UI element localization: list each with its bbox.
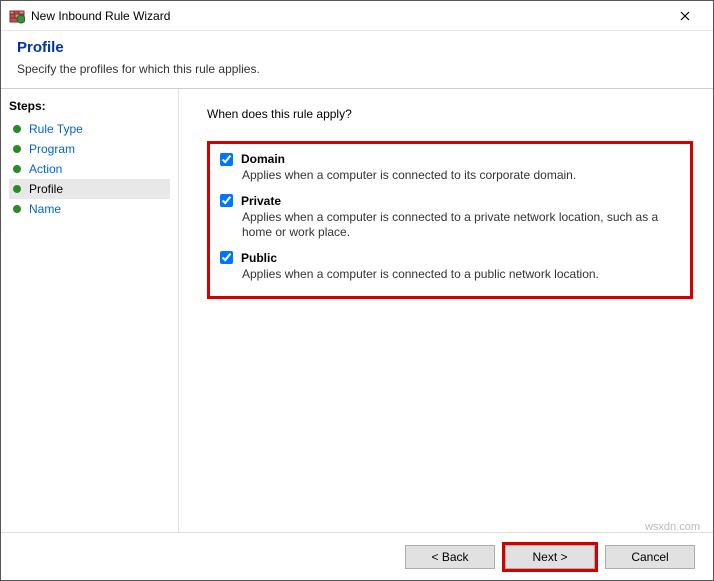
domain-description: Applies when a computer is connected to … [242, 168, 680, 184]
bullet-icon [13, 125, 21, 133]
back-button[interactable]: < Back [405, 545, 495, 569]
public-description: Applies when a computer is connected to … [242, 267, 680, 283]
profiles-highlight-box: Domain Applies when a computer is connec… [207, 141, 693, 299]
watermark: wsxdn.com [645, 521, 700, 533]
titlebar: New Inbound Rule Wizard [1, 1, 713, 31]
domain-checkbox[interactable] [220, 153, 233, 166]
step-label: Name [29, 202, 61, 216]
close-button[interactable] [665, 2, 705, 30]
step-program[interactable]: Program [9, 139, 170, 159]
bullet-icon [13, 205, 21, 213]
checkbox-row-public: Public Applies when a computer is connec… [220, 251, 680, 283]
wizard-window: New Inbound Rule Wizard Profile Specify … [0, 0, 714, 581]
next-button[interactable]: Next > [505, 545, 595, 569]
public-label: Public [241, 251, 277, 265]
step-profile[interactable]: Profile [9, 179, 170, 199]
domain-label: Domain [241, 152, 285, 166]
bullet-icon [13, 165, 21, 173]
step-label: Profile [29, 182, 63, 196]
private-description: Applies when a computer is connected to … [242, 210, 680, 241]
bullet-icon [13, 145, 21, 153]
checkbox-row-domain: Domain Applies when a computer is connec… [220, 152, 680, 184]
step-label: Rule Type [29, 122, 83, 136]
private-checkbox[interactable] [220, 194, 233, 207]
body: Steps: Rule Type Program Action Profile … [1, 89, 713, 532]
step-action[interactable]: Action [9, 159, 170, 179]
steps-sidebar: Steps: Rule Type Program Action Profile … [1, 89, 179, 532]
step-label: Action [29, 162, 62, 176]
bullet-icon [13, 185, 21, 193]
step-label: Program [29, 142, 75, 156]
step-name[interactable]: Name [9, 199, 170, 219]
page-title: Profile [17, 39, 697, 56]
cancel-button[interactable]: Cancel [605, 545, 695, 569]
step-rule-type[interactable]: Rule Type [9, 119, 170, 139]
question-text: When does this rule apply? [207, 107, 693, 121]
firewall-icon [9, 8, 25, 24]
checkbox-row-private: Private Applies when a computer is conne… [220, 194, 680, 241]
page-subtitle: Specify the profiles for which this rule… [17, 62, 697, 76]
steps-heading: Steps: [9, 99, 170, 113]
content-pane: When does this rule apply? Domain Applie… [179, 89, 713, 532]
footer-buttons: < Back Next > Cancel [1, 532, 713, 580]
public-checkbox[interactable] [220, 251, 233, 264]
private-label: Private [241, 194, 281, 208]
window-title: New Inbound Rule Wizard [31, 9, 665, 23]
header: Profile Specify the profiles for which t… [1, 31, 713, 89]
